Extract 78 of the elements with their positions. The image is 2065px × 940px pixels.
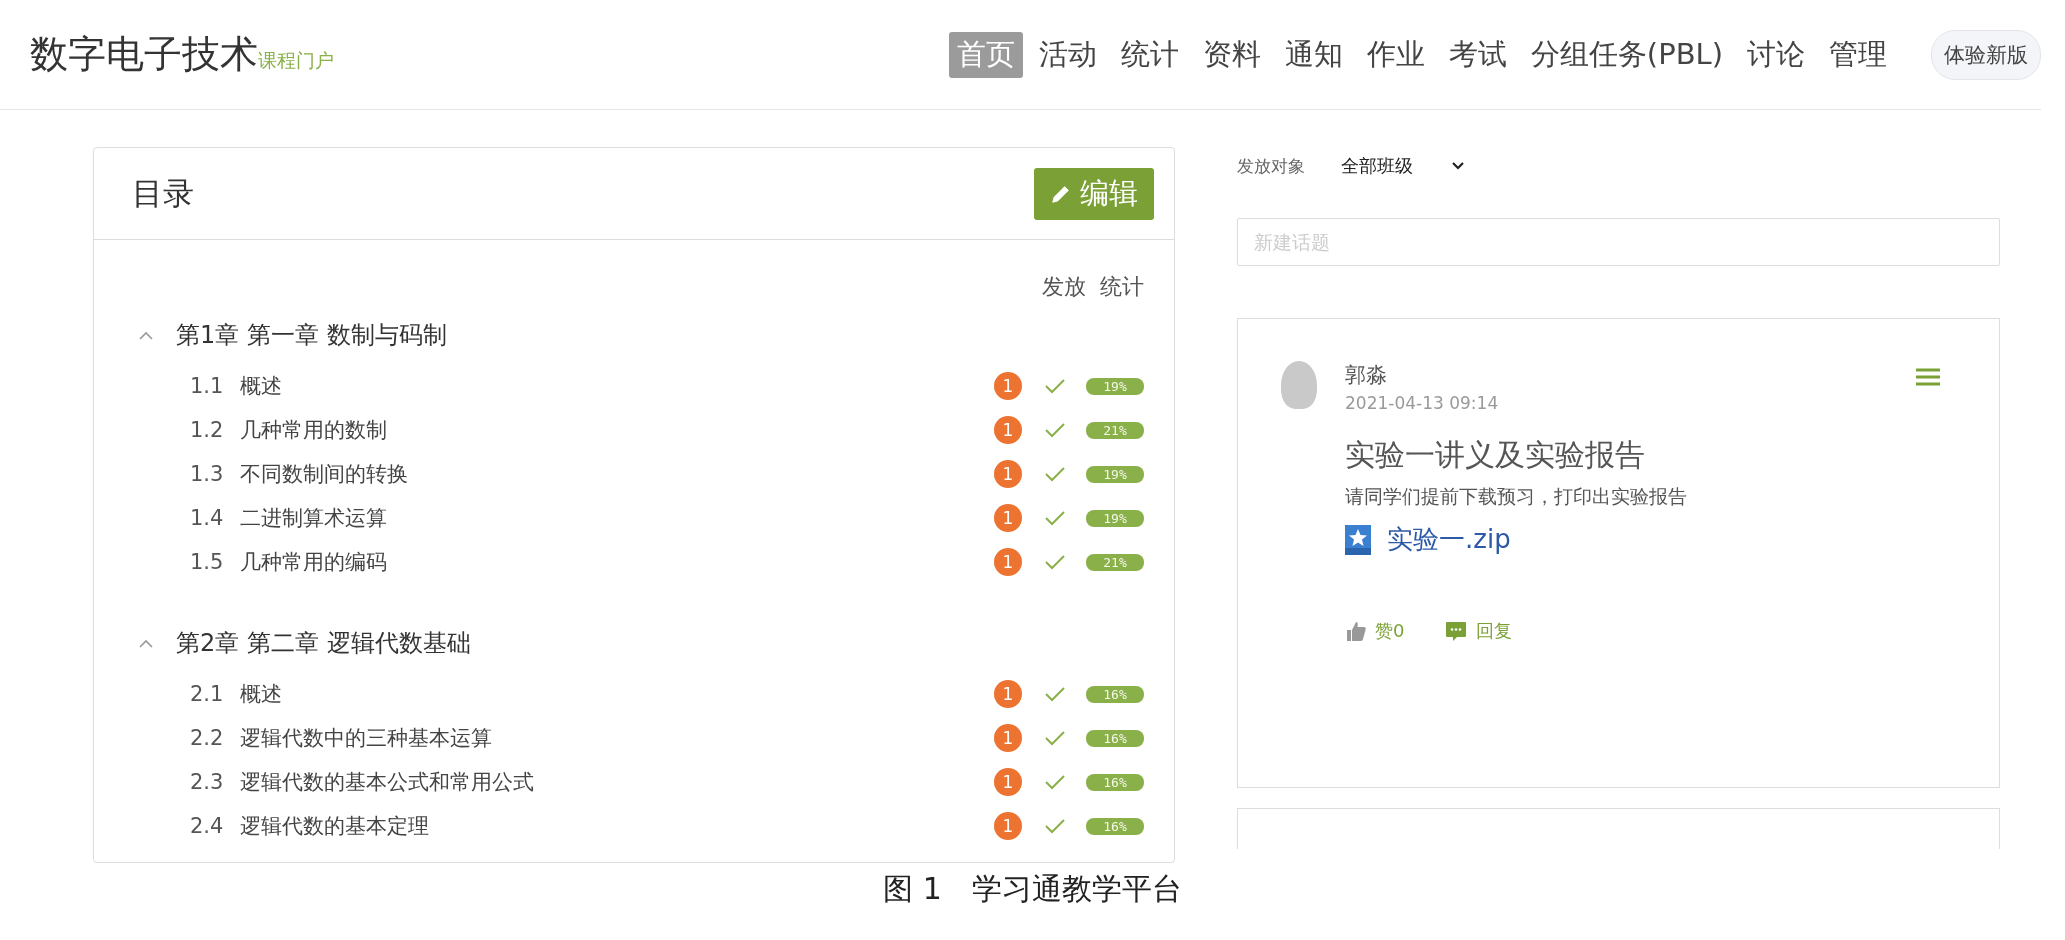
check-icon xyxy=(1044,773,1066,791)
column-header: 统计 xyxy=(1100,273,1144,301)
author-name: 郭淼 xyxy=(1345,362,1388,389)
count-badge: 1 xyxy=(994,460,1022,488)
audience-dropdown[interactable]: 全部班级 xyxy=(1341,154,1465,178)
count-badge: 1 xyxy=(994,768,1022,796)
count-badge: 1 xyxy=(994,680,1022,708)
comment-icon xyxy=(1444,619,1469,643)
check-icon xyxy=(1044,553,1066,571)
nav-tab[interactable]: 通知 xyxy=(1276,31,1351,78)
count-badge: 1 xyxy=(994,416,1022,444)
nav-tab[interactable]: 分组任务(PBL) xyxy=(1522,31,1731,78)
caret-icon[interactable] xyxy=(138,638,154,648)
attachment-link[interactable]: 实验一.zip xyxy=(1387,522,1511,557)
section-title[interactable]: 概述 xyxy=(240,680,994,708)
nav-tab[interactable]: 活动 xyxy=(1030,31,1105,78)
section-title[interactable]: 逻辑代数的基本公式和常用公式 xyxy=(240,768,994,796)
check-icon xyxy=(1044,817,1066,835)
nav-tab[interactable]: 资料 xyxy=(1194,31,1269,78)
file-icon xyxy=(1345,524,1371,555)
stat-pill: 16% xyxy=(1086,729,1144,747)
section-number: 2.4 xyxy=(190,814,225,838)
section-number: 2.2 xyxy=(190,726,225,750)
avatar-placeholder xyxy=(1281,361,1317,409)
section-number: 1.2 xyxy=(190,418,225,442)
audience-label: 发放对象 xyxy=(1237,154,1305,178)
chapter-title[interactable]: 第2章 第二章 逻辑代数基础 xyxy=(176,627,471,659)
section-title[interactable]: 几种常用的编码 xyxy=(240,548,994,576)
nav-tab[interactable]: 讨论 xyxy=(1739,31,1813,78)
section-number: 1.5 xyxy=(190,550,225,574)
check-icon xyxy=(1044,685,1066,703)
section-title[interactable]: 二进制算术运算 xyxy=(240,504,994,532)
count-badge: 1 xyxy=(994,372,1022,400)
new-version-button[interactable]: 体验新版 xyxy=(1931,29,2041,80)
nav-tab[interactable]: 管理 xyxy=(1821,31,1895,78)
count-badge: 1 xyxy=(994,724,1022,752)
stat-pill: 16% xyxy=(1086,773,1144,791)
count-badge: 1 xyxy=(994,504,1022,532)
figure-caption: 图 1 学习通教学平台 xyxy=(882,870,1183,908)
post-text: 请同学们提前下载预习，打印出实验报告 xyxy=(1345,484,1688,509)
section-number: 1.1 xyxy=(190,374,225,398)
check-icon xyxy=(1044,729,1066,747)
menu-icon[interactable] xyxy=(1915,367,1941,387)
nav-tab[interactable]: 考试 xyxy=(1440,31,1515,78)
course-portal-label: 课程门户 xyxy=(258,49,334,71)
chevron-down-icon xyxy=(1451,161,1465,171)
stat-pill: 19% xyxy=(1086,509,1144,527)
section-title[interactable]: 不同数制间的转换 xyxy=(240,460,994,488)
nav-tab[interactable]: 作业 xyxy=(1358,31,1433,78)
post-title: 实验一讲义及实验报告 xyxy=(1345,436,1646,474)
section-title[interactable]: 逻辑代数中的三种基本运算 xyxy=(240,724,994,752)
course-title: 数字电子技术 xyxy=(30,31,258,78)
chapter-title[interactable]: 第1章 第一章 数制与码制 xyxy=(176,319,447,351)
column-header: 发放 xyxy=(1042,273,1086,301)
nav-tab[interactable]: 统计 xyxy=(1112,31,1187,78)
stat-pill: 16% xyxy=(1086,685,1144,703)
catalog-title: 目录 xyxy=(132,173,194,213)
thumbs-up-icon xyxy=(1345,620,1367,642)
check-icon xyxy=(1044,465,1066,483)
caret-icon[interactable] xyxy=(138,330,154,340)
stat-pill: 19% xyxy=(1086,377,1144,395)
section-title[interactable]: 逻辑代数的基本定理 xyxy=(240,812,994,840)
check-icon xyxy=(1044,509,1066,527)
check-icon xyxy=(1044,377,1066,395)
count-badge: 1 xyxy=(994,812,1022,840)
section-number: 1.4 xyxy=(190,506,225,530)
section-number: 1.3 xyxy=(190,462,225,486)
stat-pill: 16% xyxy=(1086,817,1144,835)
stat-pill: 21% xyxy=(1086,553,1144,571)
section-title[interactable]: 几种常用的数制 xyxy=(240,416,994,444)
post-time: 2021-04-13 09:14 xyxy=(1345,393,1500,413)
stat-pill: 21% xyxy=(1086,421,1144,439)
section-title[interactable]: 概述 xyxy=(240,372,994,400)
section-number: 2.3 xyxy=(190,770,225,794)
section-number: 2.1 xyxy=(190,682,225,706)
check-icon xyxy=(1044,421,1066,439)
count-badge: 1 xyxy=(994,548,1022,576)
stat-pill: 19% xyxy=(1086,465,1144,483)
